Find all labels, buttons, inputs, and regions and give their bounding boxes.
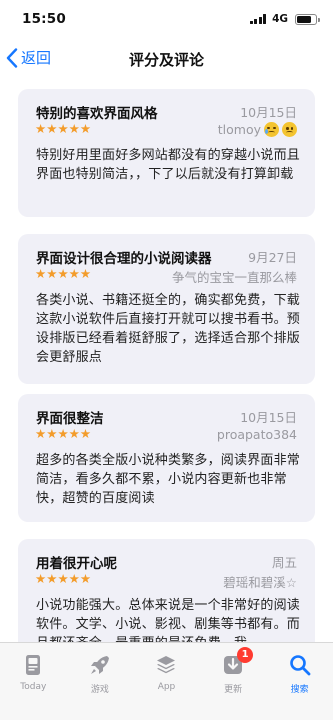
review-author-name: 碧瑶和碧溪☆ — [223, 575, 297, 590]
app-store-reviews-screen: 15:50 4G 返回 评分及评论 特别的喜欢界面风格 10月15日 ★ ★ ★… — [0, 0, 333, 720]
worried-face-icon — [282, 122, 297, 137]
review-author: 碧瑶和碧溪☆ — [223, 572, 297, 591]
star-icon: ★ — [35, 266, 47, 281]
review-date: 10月15日 — [240, 105, 297, 120]
star-icon: ★ — [46, 426, 58, 441]
status-indicators: 4G — [249, 13, 320, 25]
star-icon: ★ — [35, 426, 47, 441]
star-icon: ★ — [79, 266, 92, 281]
review-card[interactable]: 用着很开心呢 周五 ★ ★ ★ ★ ★ 碧瑶和碧溪☆ 小说功能强大。总体来说是一个非常好… — [18, 539, 315, 642]
star-rating: ★ ★ ★ ★ ★ — [35, 122, 91, 136]
rocket-icon — [88, 653, 112, 677]
review-body: 小说功能强大。总体来说是一个非常好的阅读软件。文学、小说、影视、剧集等书都有。而… — [36, 598, 301, 642]
star-rating: ★ ★ ★ ★ ★ — [35, 267, 91, 281]
star-icon: ★ — [57, 426, 69, 441]
review-author: tlomoy — [218, 122, 297, 137]
star-rating: ★ ★ ★ ★ ★ — [35, 427, 91, 441]
tab-apps[interactable]: App — [133, 643, 200, 720]
tab-label: 游戏 — [90, 685, 109, 695]
star-icon: ★ — [79, 426, 92, 441]
star-icon: ★ — [57, 121, 69, 136]
review-card[interactable]: 界面设计很合理的小说阅读器 9月27日 ★ ★ ★ ★ ★ 争气的宝宝一直那么棒 各类小… — [18, 234, 315, 384]
review-author: proapato384 — [217, 427, 297, 442]
status-time: 15:50 — [22, 11, 66, 27]
star-icon: ★ — [79, 571, 92, 586]
tab-updates[interactable]: 1 更新 — [200, 643, 267, 720]
tab-games[interactable]: 游戏 — [67, 643, 134, 720]
tab-label: App — [157, 682, 176, 692]
download-icon: 1 — [221, 647, 254, 677]
review-title: 界面很整洁 — [36, 411, 104, 427]
search-icon — [288, 653, 312, 677]
update-count-badge: 1 — [237, 647, 254, 663]
tab-bar: Today 游戏 App 1 更新 搜索 — [0, 642, 333, 720]
star-icon: ★ — [46, 266, 58, 281]
today-icon — [21, 653, 45, 677]
star-icon: ★ — [57, 571, 69, 586]
review-list[interactable]: 特别的喜欢界面风格 10月15日 ★ ★ ★ ★ ★ tlomoy 特别好用里面好多网站… — [0, 80, 333, 642]
review-body: 特别好用里面好多网站都没有的穿越小说而且界面也特别简洁，，下了以后就没有打算卸载 — [36, 148, 301, 182]
page-title: 评分及评论 — [128, 51, 204, 69]
star-icon: ★ — [46, 121, 58, 136]
status-bar: 15:50 4G — [0, 0, 333, 40]
star-rating: ★ ★ ★ ★ ★ — [35, 572, 91, 586]
review-title: 界面设计很合理的小说阅读器 — [36, 251, 212, 267]
star-icon: ★ — [68, 571, 80, 586]
review-author-name: tlomoy — [217, 122, 261, 137]
review-title: 用着很开心呢 — [36, 556, 117, 572]
review-author: 争气的宝宝一直那么棒 — [172, 267, 297, 286]
review-body: 各类小说、书籍还挺全的，确实都免费，下载这款小说软件后直接打开就可以搜书看书。预… — [36, 293, 301, 365]
star-icon: ★ — [57, 266, 69, 281]
review-card[interactable]: 特别的喜欢界面风格 10月15日 ★ ★ ★ ★ ★ tlomoy 特别好用里面好多网站… — [18, 89, 315, 217]
review-date: 周五 — [271, 555, 297, 570]
tab-search[interactable]: 搜索 — [266, 643, 333, 720]
tab-label: 搜索 — [290, 685, 309, 695]
star-icon: ★ — [35, 571, 47, 586]
review-date: 10月15日 — [240, 410, 297, 425]
review-date: 9月27日 — [248, 250, 297, 265]
star-icon: ★ — [68, 266, 80, 281]
star-icon: ★ — [79, 121, 92, 136]
battery-icon — [295, 13, 320, 25]
tab-label: 更新 — [224, 685, 243, 695]
review-author-name: proapato384 — [216, 427, 297, 442]
review-author-name: 争气的宝宝一直那么棒 — [171, 270, 297, 285]
review-card[interactable]: 界面很整洁 10月15日 ★ ★ ★ ★ ★ proapato384 超多的各类全版小说… — [18, 394, 315, 522]
crying-face-icon — [264, 122, 279, 137]
star-icon: ★ — [46, 571, 58, 586]
tab-label: Today — [20, 682, 47, 692]
network-type: 4G — [272, 13, 288, 25]
review-title: 特别的喜欢界面风格 — [36, 106, 158, 122]
star-icon: ★ — [68, 426, 80, 441]
review-body: 超多的各类全版小说种类繁多，阅读界面非常简洁，看多久都不累，小说内容更新也非常快… — [36, 453, 301, 506]
app-stack-icon — [154, 653, 178, 677]
navigation-bar: 返回 评分及评论 — [0, 40, 333, 80]
star-icon: ★ — [35, 121, 47, 136]
signal-icon — [249, 14, 267, 24]
star-icon: ★ — [68, 121, 80, 136]
tab-today[interactable]: Today — [0, 643, 67, 720]
